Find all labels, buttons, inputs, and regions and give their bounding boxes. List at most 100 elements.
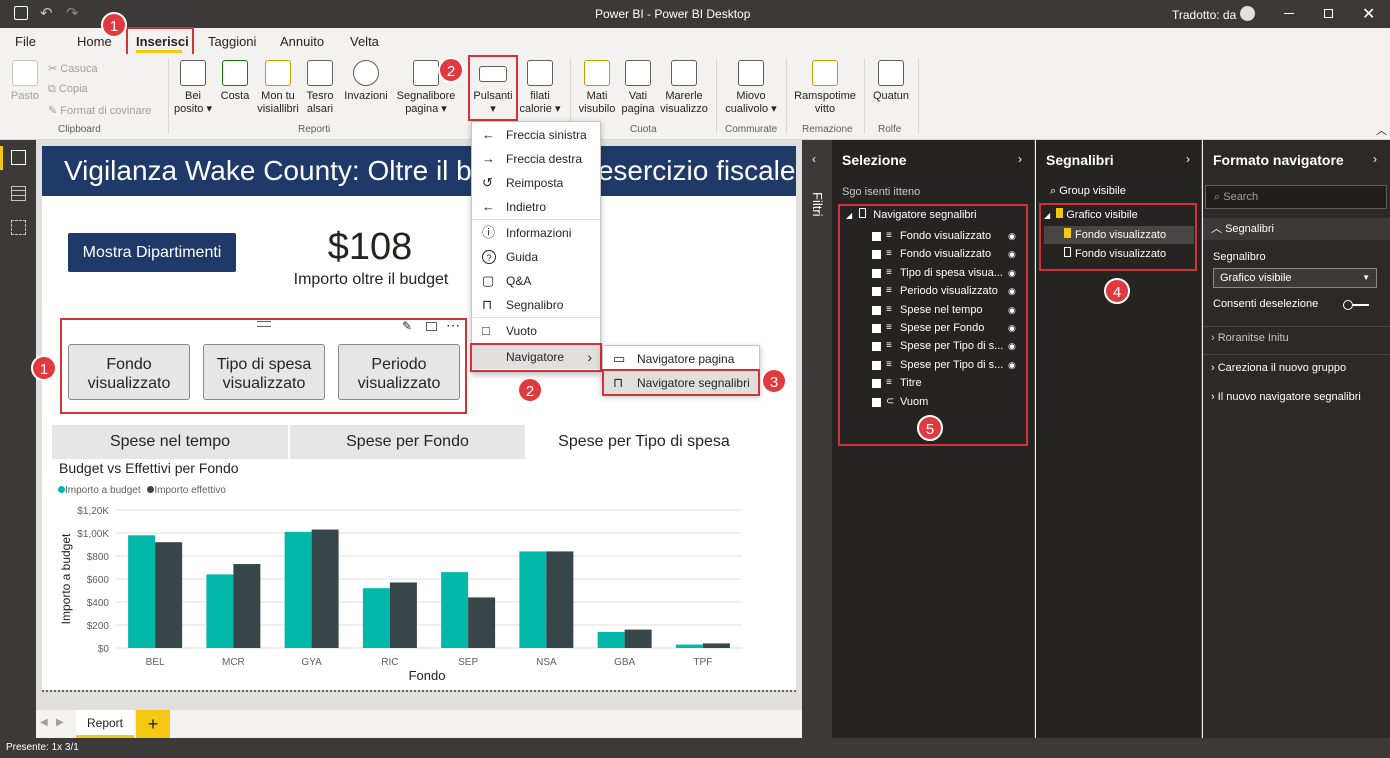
more-options-icon[interactable]: ⋯: [446, 317, 460, 334]
paste-button[interactable]: Pasto: [8, 60, 42, 103]
step-badge: 5: [917, 415, 943, 441]
menu-taggioni[interactable]: Taggioni: [208, 34, 256, 49]
format-painter-button[interactable]: ✎ Format di covinare: [48, 104, 151, 117]
section-segnalibri[interactable]: ︿ Segnalibri: [1203, 218, 1390, 240]
format-pane: Formato navigatore › ⌕ Search ︿ Segnalib…: [1203, 140, 1390, 738]
collapsed-section-2[interactable]: › Il nuovo navigatore segnalibri: [1211, 391, 1361, 403]
tab-spese-tipo[interactable]: Spese per Tipo di spesa: [527, 425, 761, 459]
menu-annuito[interactable]: Annuito: [280, 34, 324, 49]
bookmark-select[interactable]: Grafico visibile ▼: [1213, 268, 1377, 288]
filters-pane-collapsed[interactable]: ‹ Filtri: [802, 140, 832, 738]
ribbon-btn-9[interactable]: Vati pagina: [620, 60, 656, 116]
ribbon-btn-8[interactable]: Mati visubilo: [576, 60, 618, 116]
close-icon[interactable]: ✕: [1362, 4, 1375, 24]
add-page-button[interactable]: +: [136, 710, 170, 738]
legend-actual: Importo effettivo: [154, 485, 226, 496]
filters-label: Filtri: [810, 192, 825, 217]
deselect-toggle[interactable]: [1343, 300, 1369, 310]
page-tab-report[interactable]: Report: [76, 710, 134, 738]
menu-file[interactable]: File: [15, 34, 36, 49]
bar-chart: $0 $200 $400 $600 $800 $1,00K $1,20K BEL MCR GYA R…: [59, 506, 742, 683]
ribbon-btn-1[interactable]: Costa: [218, 60, 252, 103]
tab-spese-tempo[interactable]: Spese nel tempo: [52, 425, 288, 459]
nav-btn-fondo[interactable]: Fondo visualizzato: [68, 344, 190, 400]
departments-button[interactable]: Mostra Dipartimenti: [68, 233, 236, 272]
bookmarks-highlight: [1039, 203, 1197, 271]
menu-velta[interactable]: Velta: [350, 34, 379, 49]
focus-mode-icon[interactable]: [426, 322, 437, 331]
submenu-navigatore-pagina[interactable]: ▭ Navigatore pagina: [603, 347, 759, 371]
bar-importo-a-budget: [284, 531, 312, 648]
bar-importo-effettivo: [468, 597, 496, 648]
ribbon-btn-2[interactable]: Mon tu visiallibri: [256, 60, 300, 116]
ribbon-btn-12[interactable]: Ramspotime vitto: [792, 60, 858, 116]
scroll-right-icon[interactable]: ▶: [56, 717, 64, 728]
group-remazione-label: Remazione: [802, 124, 853, 135]
drag-handle-icon[interactable]: [257, 321, 271, 327]
dropdown-item-6[interactable]: ▢ Q&A: [472, 269, 600, 293]
selection-collapse-icon[interactable]: ›: [1018, 152, 1022, 166]
selection-highlight: [838, 204, 1028, 446]
restore-icon[interactable]: [1324, 9, 1333, 18]
avatar[interactable]: [1240, 6, 1255, 21]
expand-left-icon[interactable]: ‹: [812, 152, 816, 166]
format-collapse-icon[interactable]: ›: [1373, 152, 1377, 166]
info-icon: ⓘ: [482, 225, 496, 240]
data-view-icon[interactable]: [11, 186, 26, 201]
ribbon-btn-10[interactable]: Marerle visualizzo: [660, 60, 708, 116]
redo-icon[interactable]: ↷: [66, 4, 79, 22]
window-title: Power BI - Power BI Desktop: [595, 7, 751, 21]
dropdown-item-8[interactable]: □ Vuoto: [472, 319, 600, 343]
dropdown-item-1[interactable]: → Freccia destra: [472, 147, 600, 171]
dropdown-item-3[interactable]: ← Indietro: [472, 195, 600, 219]
format-search-box[interactable]: ⌕ Search: [1205, 185, 1387, 209]
dropdown-item-5[interactable]: ? Guida: [472, 245, 600, 269]
scroll-left-icon[interactable]: ◀: [40, 717, 48, 728]
model-view-icon[interactable]: [11, 220, 26, 235]
bar-importo-a-budget: [128, 535, 156, 648]
report-view-icon[interactable]: [11, 150, 26, 165]
undo-icon[interactable]: ↶: [40, 4, 53, 22]
bar-importo-a-budget: [441, 572, 469, 648]
ribbon-separator: [716, 58, 717, 134]
page-navigator-icon: ▭: [613, 351, 626, 366]
image-icon: [527, 60, 553, 86]
selection-title: Selezione: [842, 152, 907, 168]
visual-icon: [671, 60, 697, 86]
minimize-icon[interactable]: [1284, 13, 1294, 14]
ribbon-btn-4[interactable]: Invazioni: [340, 60, 392, 103]
bar-importo-effettivo: [311, 529, 339, 648]
copy-button[interactable]: ⧉ Copia: [48, 83, 88, 96]
bar-importo-a-budget: [362, 588, 390, 648]
collapse-ribbon-icon[interactable]: ︿: [1376, 122, 1387, 138]
navigatore-segnalibri-highlight: [602, 369, 760, 396]
table-icon: [307, 60, 333, 86]
ribbon-btn-7[interactable]: filati calorie ▾: [518, 60, 562, 116]
collapsed-section-1[interactable]: › Careziona il nuovo gruppo: [1211, 362, 1346, 374]
ribbon-btn-11[interactable]: Miovo cualivolo ▾: [722, 60, 780, 116]
collapsed-section-0[interactable]: › Roranitse Initu: [1211, 332, 1289, 344]
bookmarks-collapse-icon[interactable]: ›: [1186, 152, 1190, 166]
nav-btn-periodo[interactable]: Periodo visualizzato: [338, 344, 460, 400]
ribbon-btn-3[interactable]: Tesro alsari: [302, 60, 338, 116]
tab-spese-fondo[interactable]: Spese per Fondo: [290, 425, 525, 459]
cut-button[interactable]: ✂ Casuca: [48, 62, 98, 75]
share-icon: [878, 60, 904, 86]
bar-importo-a-budget: [597, 631, 625, 648]
group-visible-row[interactable]: ⌕ Group visibile: [1050, 185, 1126, 198]
save-icon[interactable]: [14, 6, 28, 20]
dropdown-item-7[interactable]: ⊓ Segnalibro: [472, 293, 600, 317]
menu-home[interactable]: Home: [77, 34, 112, 49]
ribbon-btn-13[interactable]: Quatun: [870, 60, 912, 103]
dropdown-item-4[interactable]: ⓘ Informazioni: [472, 221, 600, 245]
dropdown-item-0[interactable]: ← Freccia sinistra: [472, 123, 600, 147]
ribbon-btn-0[interactable]: Bei posito ▾: [174, 60, 212, 116]
nav-btn-tipo[interactable]: Tipo di spesa visualizzato: [203, 344, 325, 400]
group-commurate-label: Commurate: [725, 124, 778, 135]
x-tick-label: GBA: [614, 657, 635, 668]
legend-swatch-budget: [58, 486, 65, 493]
pin-icon[interactable]: ✎: [402, 319, 412, 333]
dropdown-item-2[interactable]: ↺ Reimposta: [472, 171, 600, 195]
qa-icon: [353, 60, 379, 86]
group-cuota-label: Cuota: [630, 124, 657, 135]
